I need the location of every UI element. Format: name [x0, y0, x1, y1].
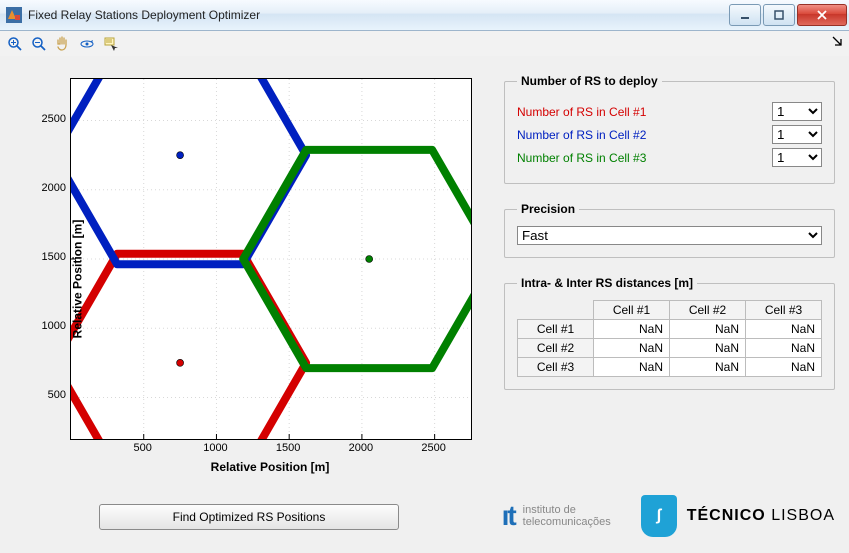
dist-cell: NaN [746, 320, 822, 339]
deploy-select-1[interactable]: 1 [772, 102, 822, 121]
minimize-button[interactable] [729, 4, 761, 26]
distances-table: Cell #1Cell #2Cell #3Cell #1NaNNaNNaNCel… [517, 300, 822, 377]
logo-tecnico-bold: TÉCNICO [687, 507, 766, 524]
find-optimized-button[interactable]: Find Optimized RS Positions [99, 504, 399, 530]
axes[interactable]: Relative Position [m] Relative Position … [14, 74, 484, 484]
titlebar: Fixed Relay Stations Deployment Optimize… [0, 0, 849, 31]
logo-it: ıt instituto de telecomunicações [502, 500, 611, 532]
dist-col-header: Cell #2 [670, 301, 746, 320]
x-tick-label: 2000 [341, 442, 381, 454]
deploy-label: Number of RS in Cell #1 [517, 105, 646, 119]
deploy-panel: Number of RS to deploy Number of RS in C… [504, 74, 835, 184]
precision-legend: Precision [517, 202, 579, 216]
deploy-select-3[interactable]: 1 [772, 148, 822, 167]
deploy-legend: Number of RS to deploy [517, 74, 662, 88]
dist-cell: NaN [670, 320, 746, 339]
y-axis-label: Relative Position [m] [70, 220, 84, 339]
dist-col-header: Cell #1 [594, 301, 670, 320]
x-axis-label: Relative Position [m] [70, 460, 470, 474]
dist-row-header: Cell #3 [518, 358, 594, 377]
x-tick-label: 1500 [268, 442, 308, 454]
deploy-select-2[interactable]: 1 [772, 125, 822, 144]
window-title: Fixed Relay Stations Deployment Optimize… [28, 8, 727, 22]
logo-tecnico-light: LISBOA [771, 507, 835, 524]
dist-cell: NaN [594, 358, 670, 377]
dock-figure-icon[interactable] [831, 35, 843, 50]
maximize-button[interactable] [763, 4, 795, 26]
close-button[interactable] [797, 4, 847, 26]
y-tick-label: 1000 [26, 320, 66, 332]
logo-tecnico: ʃ TÉCNICO LISBOA [641, 495, 835, 537]
dist-cell: NaN [594, 320, 670, 339]
precision-panel: Precision Fast [504, 202, 835, 258]
distances-legend: Intra- & Inter RS distances [m] [517, 276, 697, 290]
x-tick-label: 2500 [414, 442, 454, 454]
window-buttons [727, 4, 847, 26]
dist-row-header: Cell #2 [518, 339, 594, 358]
deploy-row-1: Number of RS in Cell #1 1 [517, 102, 822, 121]
y-tick-label: 1500 [26, 251, 66, 263]
precision-select[interactable]: Fast [517, 226, 822, 245]
logos: ıt instituto de telecomunicações ʃ TÉCNI… [502, 495, 835, 537]
distances-panel: Intra- & Inter RS distances [m] Cell #1C… [504, 276, 835, 390]
dist-row-header: Cell #1 [518, 320, 594, 339]
dist-cell: NaN [746, 358, 822, 377]
logo-it-mark: ıt [502, 500, 515, 532]
zoom-in-icon[interactable] [4, 33, 26, 55]
y-tick-label: 500 [26, 389, 66, 401]
x-tick-label: 1000 [195, 442, 235, 454]
y-tick-label: 2000 [26, 182, 66, 194]
figure-toolbar [0, 31, 849, 58]
data-cursor-icon[interactable] [100, 33, 122, 55]
y-tick-label: 2500 [26, 113, 66, 125]
rotate-3d-icon[interactable] [76, 33, 98, 55]
deploy-label: Number of RS in Cell #3 [517, 151, 646, 165]
deploy-row-2: Number of RS in Cell #2 1 [517, 125, 822, 144]
plot-canvas [71, 79, 471, 439]
app-window: Fixed Relay Stations Deployment Optimize… [0, 0, 849, 553]
dist-cell: NaN [594, 339, 670, 358]
logo-it-line1: instituto de [523, 504, 576, 516]
app-icon [6, 7, 22, 23]
deploy-label: Number of RS in Cell #2 [517, 128, 646, 142]
dist-cell: NaN [670, 339, 746, 358]
x-tick-label: 500 [123, 442, 163, 454]
pan-icon[interactable] [52, 33, 74, 55]
dist-col-header: Cell #3 [746, 301, 822, 320]
zoom-out-icon[interactable] [28, 33, 50, 55]
deploy-row-3: Number of RS in Cell #3 1 [517, 148, 822, 167]
dist-cell: NaN [746, 339, 822, 358]
shield-icon: ʃ [641, 495, 677, 537]
dist-cell: NaN [670, 358, 746, 377]
logo-it-line2: telecomunicações [523, 516, 611, 528]
client-area: Relative Position [m] Relative Position … [0, 56, 849, 553]
